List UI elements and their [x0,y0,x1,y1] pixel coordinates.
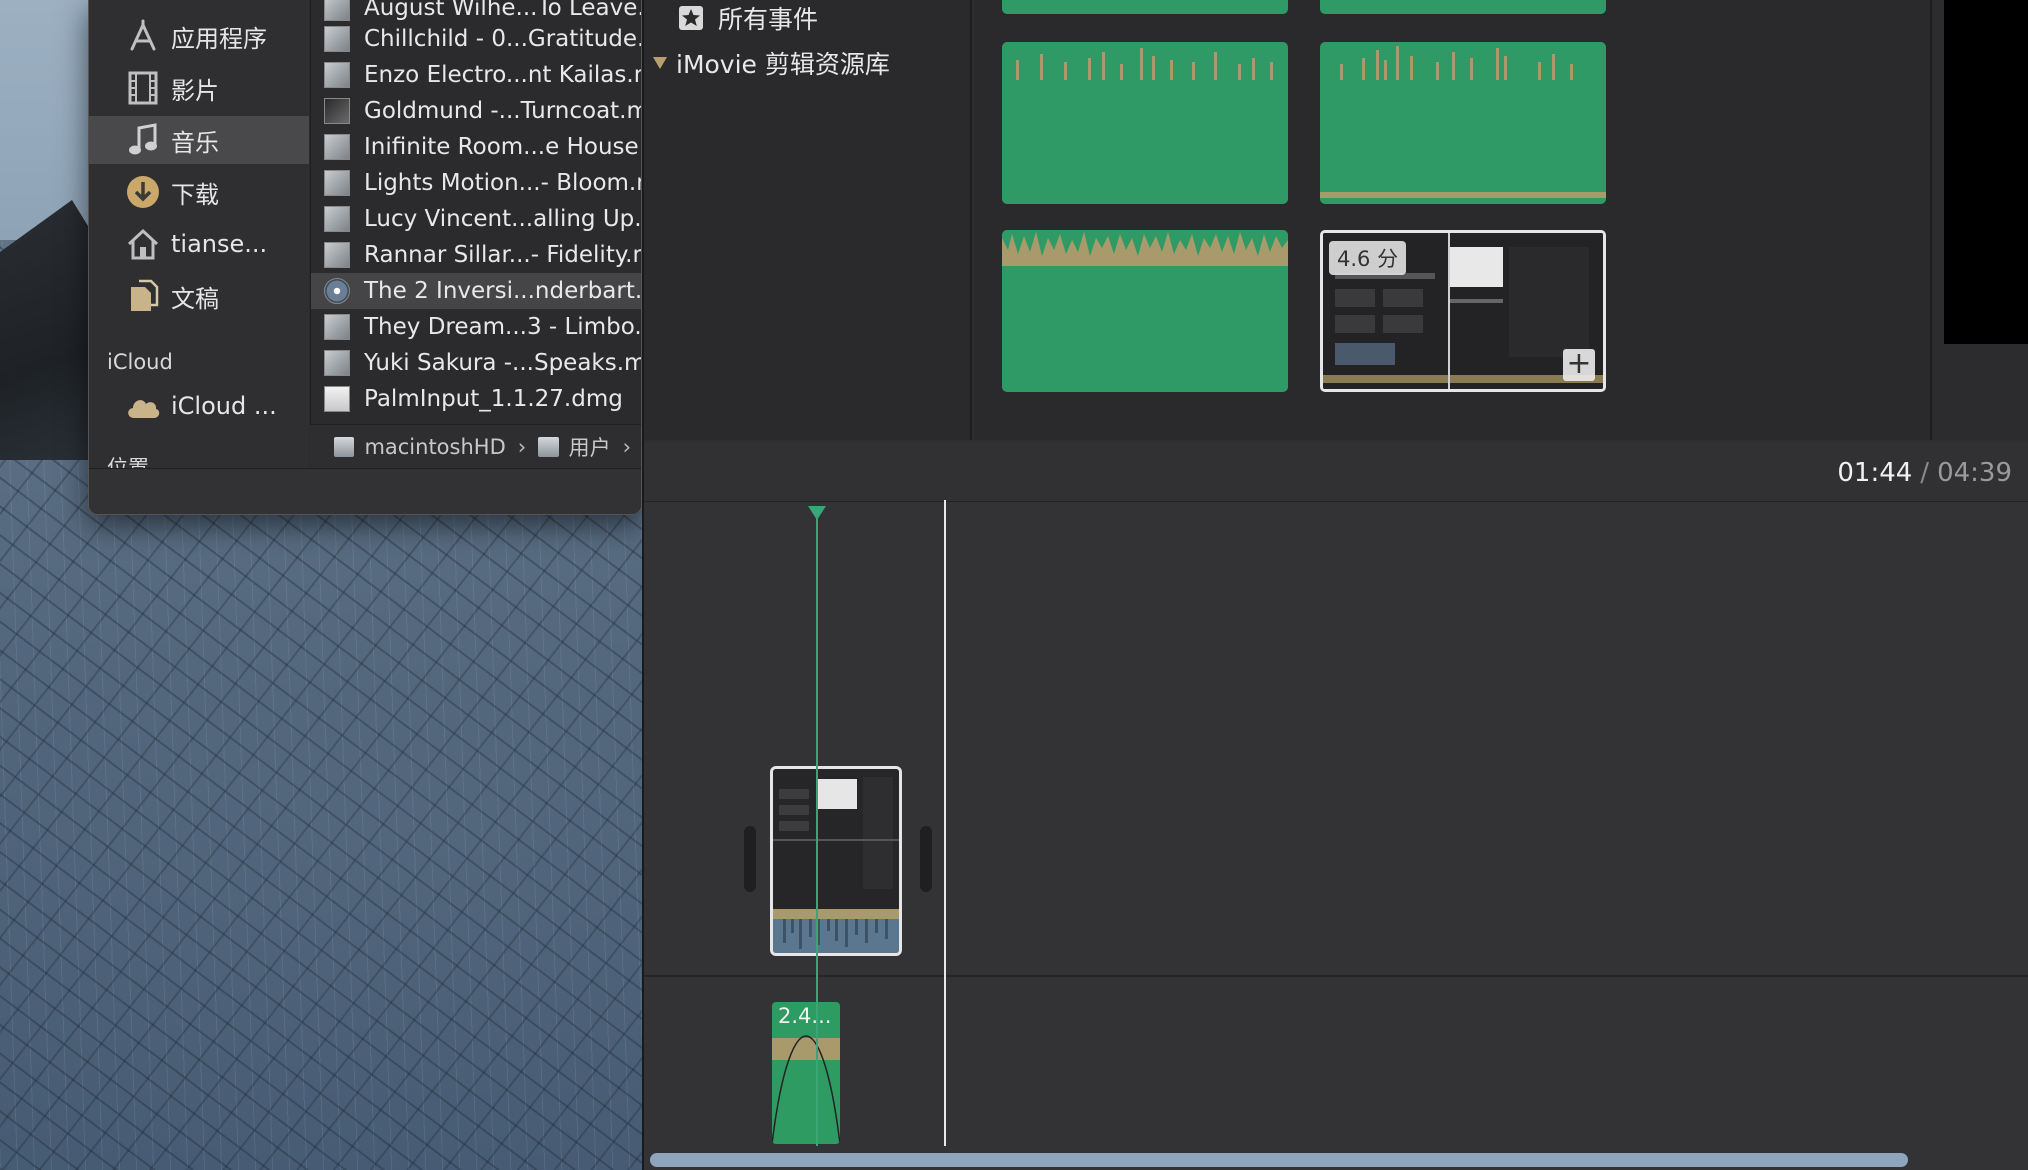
playhead[interactable] [944,500,946,1146]
file-list: August Wilhe...To Leave.m Chillchild - 0… [310,0,641,424]
clip-audio-waveform [773,909,899,953]
path-item-users[interactable]: 用户 [569,432,611,462]
duration-badge: 4.6 分 [1329,241,1407,275]
sidebar-item-applications[interactable]: 应用程序 [89,12,309,60]
list-item[interactable]: Goldmund -...Turncoat.m [311,93,641,129]
waveform [1340,46,1573,80]
audio-clip-thumbnail[interactable] [1320,0,1606,14]
album-art-icon [324,314,350,340]
album-art-icon [324,134,350,160]
album-art-icon [324,350,350,376]
finder-window: 应用程序 影片 音乐 下载 tianse... 文稿 iCloud iCloud… [88,0,642,515]
star-icon [678,5,704,31]
waveform [1016,48,1273,80]
imovie-window: 所有事件 iMovie 剪辑资源库 4.6 分 + 01:44 / 04:39 … [642,0,2028,1170]
applications-icon [125,18,161,54]
sidebar-item-documents[interactable]: 文稿 [89,272,309,320]
drive-icon [334,436,355,457]
album-art-icon [324,170,350,196]
timeline-video-clip[interactable] [770,766,902,956]
home-icon [125,226,161,262]
chevron-right-icon: › [622,434,631,459]
sidebar-item-label: 下载 [171,180,219,209]
skimmer-line [816,506,818,1146]
sidebar-item-icloud-drive[interactable]: iCloud ... [89,382,309,430]
sidebar-item-movies[interactable]: 影片 [89,64,309,112]
horizontal-scrollbar[interactable] [650,1153,1908,1167]
sidebar-section-locations: 位置 [107,456,149,468]
list-item[interactable]: Chillchild - 0...Gratitude.m [311,21,641,57]
document-file-icon [324,386,350,412]
list-item[interactable]: Lucy Vincent...alling Up.m [311,201,641,237]
path-bar: macintoshHD › 用户 › [310,424,641,468]
list-item[interactable]: Yuki Sakura -...Speaks.m [311,345,641,381]
waveform [1002,230,1288,266]
sidebar-item-label: 影片 [171,76,219,105]
disc-image-icon [324,278,350,304]
album-art-icon [324,98,350,124]
sidebar-item-label: 音乐 [171,128,219,157]
audio-clip-thumbnail[interactable] [1002,230,1288,392]
album-art-icon [324,0,350,21]
library-item-imovie-library[interactable]: iMovie 剪辑资源库 [652,45,890,81]
download-icon [125,174,161,210]
finder-status-bar [89,468,641,514]
sidebar-item-label: 应用程序 [171,24,267,53]
document-icon [125,278,161,314]
sidebar-item-downloads[interactable]: 下载 [89,168,309,216]
video-clip-thumbnail-selected[interactable]: 4.6 分 + [1320,230,1606,392]
list-item[interactable]: Rannar Sillar...- Fidelity.m [311,237,641,273]
clip-trim-handle-right[interactable] [920,826,932,892]
list-item[interactable]: Inifinite Room...e House.m [311,129,641,165]
album-art-icon [324,26,350,52]
audio-clip-thumbnail[interactable] [1002,42,1288,204]
current-time: 01:44 [1837,458,1913,488]
list-item[interactable]: Lights Motion...- Bloom.m [311,165,641,201]
audio-clip-thumbnail[interactable] [1320,42,1606,204]
album-art-icon [324,62,350,88]
timeline-header [644,442,2028,502]
sidebar-item-label: 文稿 [171,284,219,313]
list-item[interactable]: They Dream...3 - Limbo.m [311,309,641,345]
sidebar-section-icloud: iCloud [107,350,173,374]
sidebar-item-music[interactable]: 音乐 [89,116,309,164]
timeline-audio-clip[interactable]: 2.4... [772,1002,840,1144]
timecode-display: 01:44/04:39 [1837,458,2012,488]
libraries-list: 所有事件 iMovie 剪辑资源库 [644,0,972,440]
list-item-selected[interactable]: The 2 Inversi...nderbart.m [311,273,641,309]
disclosure-triangle-icon [652,56,668,70]
viewer-canvas [1944,0,2028,344]
library-item-all-events[interactable]: 所有事件 [678,0,818,36]
path-item-drive[interactable]: macintoshHD [364,435,505,459]
sidebar-item-label: tianse... [171,230,268,258]
list-item[interactable]: Enzo Electro...nt Kailas.m [311,57,641,93]
album-art-icon [324,242,350,268]
sidebar-item-home[interactable]: tianse... [89,220,309,268]
list-item[interactable]: PalmInput_1.1.27.dmg [311,381,641,417]
album-art-icon [324,206,350,232]
clip-trim-handle-left[interactable] [744,826,756,892]
audio-clip-duration: 2.4... [778,1004,832,1028]
finder-sidebar: 应用程序 影片 音乐 下载 tianse... 文稿 iCloud iCloud… [89,0,309,468]
add-to-timeline-button[interactable]: + [1563,349,1595,381]
total-time: 04:39 [1937,458,2012,488]
sidebar-item-label: iCloud ... [171,392,277,420]
film-icon [125,70,161,106]
waveform-baseline [1320,192,1606,198]
users-folder-icon [538,436,559,457]
track-divider [644,975,2028,977]
music-icon [125,122,161,158]
audio-clip-thumbnail[interactable] [1002,0,1288,14]
time-separator: / [1920,458,1930,488]
cloud-icon [125,388,161,424]
screen-recording-thumbnail [773,769,899,909]
chevron-right-icon: › [517,434,527,459]
media-browser: 4.6 分 + [974,0,1930,440]
